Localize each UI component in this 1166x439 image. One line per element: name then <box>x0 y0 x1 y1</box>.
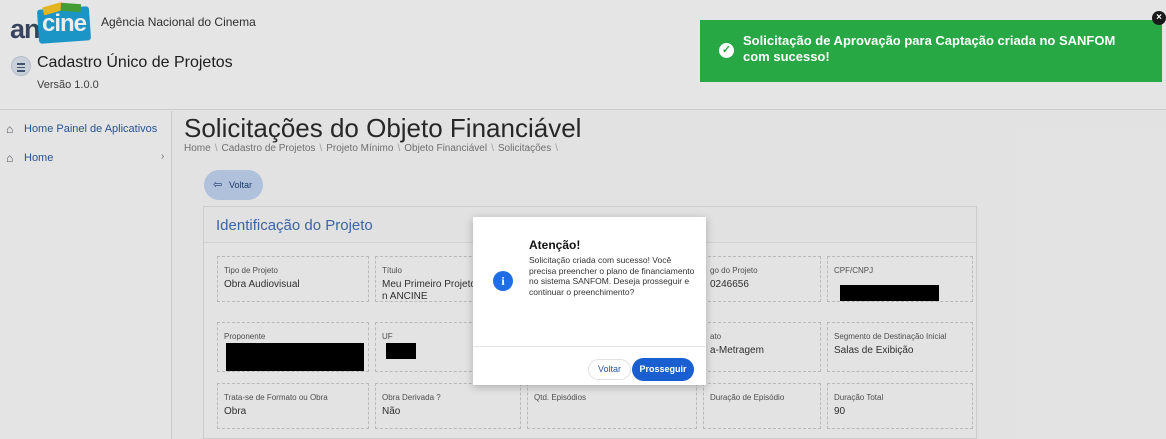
close-icon[interactable]: × <box>1152 11 1166 25</box>
dialog-title: Atenção! <box>529 238 581 252</box>
check-icon: ✓ <box>719 43 734 58</box>
info-icon: i <box>493 271 513 291</box>
toast-message: Solicitação de Aprovação para Captação c… <box>743 33 1116 64</box>
dialog-message: Solicitação criada com sucesso! Você pre… <box>529 255 695 297</box>
dialog-proceed-button[interactable]: Prosseguir <box>632 358 694 381</box>
success-toast: ✓ Solicitação de Aprovação para Captação… <box>700 20 1162 82</box>
dialog-back-button[interactable]: Voltar <box>588 359 631 380</box>
dialog-divider <box>473 346 706 347</box>
attention-dialog: i Atenção! Solicitação criada com sucess… <box>473 217 706 385</box>
